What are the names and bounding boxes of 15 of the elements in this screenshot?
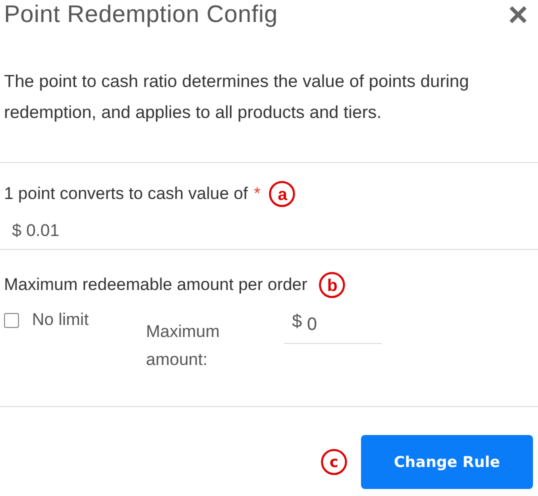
cash-value-field[interactable]: $ 0.01 bbox=[0, 221, 538, 250]
field-label: Maximum amount: bbox=[146, 321, 221, 371]
maximum-amount-field[interactable]: $ 0 bbox=[284, 310, 382, 344]
dialog-title: Point Redemption Config bbox=[4, 1, 278, 29]
checkbox-label: No limit bbox=[32, 310, 89, 330]
callout-marker: b bbox=[319, 272, 346, 298]
description: The point to cash ratio determines the value of points during redemption, and applies to all products and tiers. bbox=[4, 70, 470, 124]
required-mark: * bbox=[254, 184, 260, 204]
field-label: 1 point converts to cash value of bbox=[4, 184, 248, 204]
field-label: Maximum redeemable amount per order bbox=[4, 275, 308, 295]
close-button[interactable]: × bbox=[502, 1, 534, 29]
change-rule-button[interactable]: Change Rule bbox=[361, 435, 533, 489]
callout-marker: c bbox=[321, 449, 347, 475]
callout-marker: a bbox=[269, 181, 296, 207]
checkbox[interactable] bbox=[4, 312, 19, 328]
